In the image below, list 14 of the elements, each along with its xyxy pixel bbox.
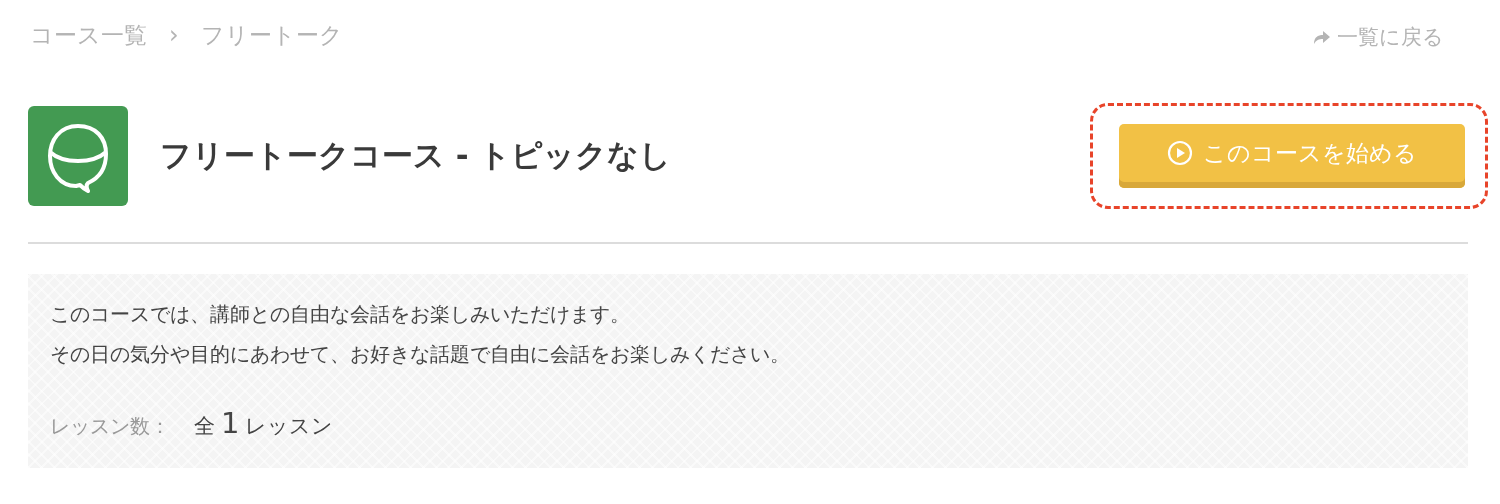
course-title: フリートークコース - トピックなし <box>160 136 673 175</box>
description-text: このコースでは、講師との自由な会話をお楽しみいただけます。 <box>50 301 631 328</box>
breadcrumb-link[interactable]: フリートーク <box>200 19 343 51</box>
arrow-icon <box>1313 29 1331 45</box>
play-icon <box>1167 140 1193 166</box>
start-course-button[interactable]: このコースを始める <box>1119 124 1465 188</box>
breadcrumb-separator: › <box>169 21 179 49</box>
description-text: その日の気分や目的にあわせて、お好きな話題で自由に会話をお楽しみください。 <box>50 341 791 368</box>
lesson-count: 1 <box>221 406 240 440</box>
lesson-count-unit: レッスン <box>245 413 334 440</box>
lesson-count-prefix: 全 <box>194 413 215 440</box>
back-link[interactable]: 一覧に戻る <box>1313 23 1444 51</box>
breadcrumb-link[interactable]: コース一覧 <box>30 19 147 51</box>
lesson-count-label: レッスン数： <box>50 413 170 440</box>
